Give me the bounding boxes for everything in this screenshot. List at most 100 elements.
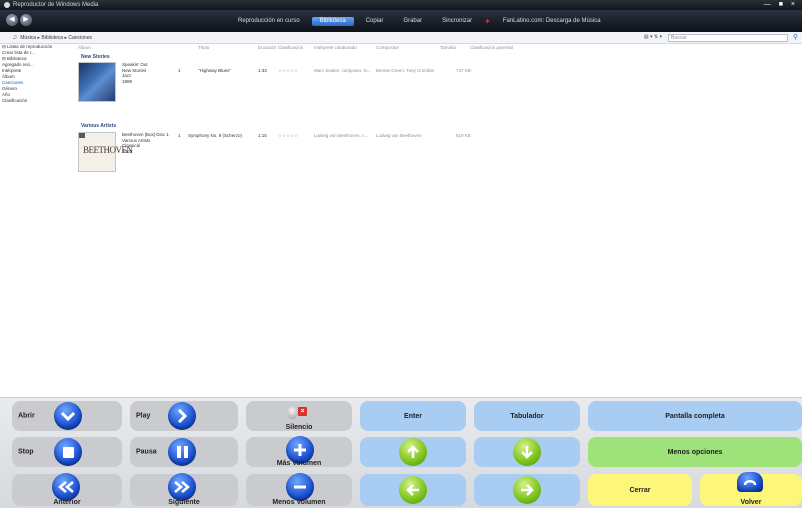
table-row[interactable]: 1 "Highway Blues" 1:33 ☆☆☆☆☆ Marc Seales… [178,68,802,74]
rating-stars[interactable]: ☆☆☆☆☆ [278,133,298,139]
tab-store[interactable]: FanLatino.com: Descarga de Música [495,17,609,26]
play-label: Play [136,412,151,420]
tab-sync[interactable]: Sincronizar [434,17,480,26]
tab-library[interactable]: Biblioteca [311,17,354,26]
window-controls[interactable]: — ■ × [764,1,798,8]
arrow-down-icon [513,438,541,466]
app-window: Reproductor de Windows Media — ■ × ◀ ▶ R… [0,0,802,508]
breadcrumb[interactable]: Música ▸ Biblioteca ▸ Canciones [20,35,92,41]
column-headers: Álbum Título Duración Clasificación Inté… [78,45,778,51]
fewer-options-label: Menos opciones [667,448,723,456]
rating-stars[interactable]: ☆☆☆☆☆ [278,68,298,74]
column-header-title[interactable]: Título [198,45,209,50]
fullscreen-label: Pantalla completa [665,412,725,420]
arrow-right-icon [513,476,541,504]
return-arrow-icon [737,472,763,492]
track-size: 619 KB [456,133,471,138]
fewer-options-button[interactable]: Menos opciones [588,437,802,467]
track-composer: Bennie Green; Tony Crombie [376,68,434,73]
album-info: Beethoven [Box] Disc 1 Various Artists C… [122,132,169,154]
tree-item-rating[interactable]: Clasificación [2,98,74,104]
tab-key-label: Tabulador [510,412,544,420]
track-duration: 1:33 [258,68,267,73]
volume-down-button[interactable]: Menos Volumen [246,473,352,506]
return-label: Volver [740,499,762,506]
play-button[interactable]: Play [130,401,238,431]
control-panel: Abrir Play × Silencio Enter Tabulador Pa… [0,398,802,508]
cover-strip [79,133,85,138]
arrow-up-icon [399,438,427,466]
stop-label: Stop [18,448,34,456]
close-button[interactable]: Cerrar [588,474,692,506]
track-size: 747 KB [456,68,471,73]
minus-icon [286,473,314,501]
back-button[interactable]: ◀ [6,14,18,26]
column-header-parental-rating[interactable]: Clasificación parental [470,45,513,50]
rewind-icon [52,473,80,501]
tab-burn[interactable]: Grabar [395,17,430,26]
column-header-size[interactable]: Tamaño [440,45,456,50]
media-player-logo-icon [4,2,10,8]
track-contributing-artist: Marc Seales, composer. N... [314,68,371,73]
album-year: 1999 [122,78,133,84]
forward-button[interactable]: ▶ [20,14,32,26]
track-title: Symphony No. 9 (Scherzo) [188,133,243,138]
return-button[interactable]: Volver [700,472,802,506]
address-bar: ♫ Música ▸ Biblioteca ▸ Canciones ▤ ▾ ⇅ … [0,32,802,44]
volume-up-button[interactable]: Más Volumen [246,436,352,467]
stop-icon [54,438,82,466]
open-button[interactable]: Abrir [12,401,122,431]
next-button[interactable]: Siguiente [130,473,238,506]
enter-label: Enter [404,412,422,420]
track-duration: 1:15 [258,133,267,138]
track-contributing-artist: Ludwig van Beethoven, c... [314,133,369,138]
view-options[interactable]: ▤ ▾ ⇅ ▾ [644,34,662,40]
tab-bar: Reproducción en curso Biblioteca Copiar … [230,17,613,26]
navigation-tree: ⊟ Listas de reproducción Crear lista de … [2,44,74,104]
previous-button[interactable]: Anterior [12,473,122,506]
column-header-contributing-artist[interactable]: Intérprete colaborado [314,45,357,50]
album-art[interactable] [78,62,116,102]
title-bar: Reproductor de Windows Media — ■ × [0,0,802,10]
group-title: Various Artists [81,123,117,129]
table-row[interactable]: 1 Symphony No. 9 (Scherzo) 1:15 ☆☆☆☆☆ Lu… [178,133,802,139]
track-number: 1 [178,68,181,73]
search-input[interactable]: Buscar [668,34,788,42]
column-header-composer[interactable]: Compositor [376,45,399,50]
tab-rip[interactable]: Copiar [358,17,392,26]
right-arrow-button[interactable] [474,474,580,506]
column-header-rating[interactable]: Clasificación [278,45,303,50]
search-icon[interactable]: ⚲ [793,33,798,41]
track-title: "Highway Blues" [198,68,231,73]
album-art[interactable]: BEETHOVEN [78,132,133,172]
group-title: New Stories [81,54,110,60]
stop-button[interactable]: Stop [12,437,122,467]
fullscreen-button[interactable]: Pantalla completa [588,401,802,431]
mute-label: Silencio [285,424,313,431]
chevron-right-icon [168,402,196,430]
album-title: Speakin' Out [122,62,148,67]
tab-key-button[interactable]: Tabulador [474,401,580,431]
pause-label: Pausa [136,448,157,456]
enter-button[interactable]: Enter [360,401,466,431]
open-label: Abrir [18,412,35,420]
album-year: 2002 [122,148,133,154]
left-arrow-button[interactable] [360,474,466,506]
volume-down-label: Menos Volumen [272,499,326,506]
previous-label: Anterior [53,499,81,506]
music-note-icon: ♫ [12,34,18,41]
speaker-mute-icon: × [284,402,308,422]
down-arrow-button[interactable] [474,437,580,467]
column-header-album[interactable]: Álbum [78,45,91,50]
mute-button[interactable]: × Silencio [246,401,352,431]
store-flag-icon: ✦ [484,17,491,26]
column-header-duration[interactable]: Duración [258,45,276,50]
up-arrow-button[interactable] [360,437,466,467]
pause-icon [168,438,196,466]
pause-button[interactable]: Pausa [130,437,238,467]
library-content: ⊟ Listas de reproducción Crear lista de … [0,44,802,398]
arrow-left-icon [399,476,427,504]
tab-now-playing[interactable]: Reproducción en curso [230,17,308,26]
close-label: Cerrar [629,486,651,494]
chevron-down-icon [54,402,82,430]
